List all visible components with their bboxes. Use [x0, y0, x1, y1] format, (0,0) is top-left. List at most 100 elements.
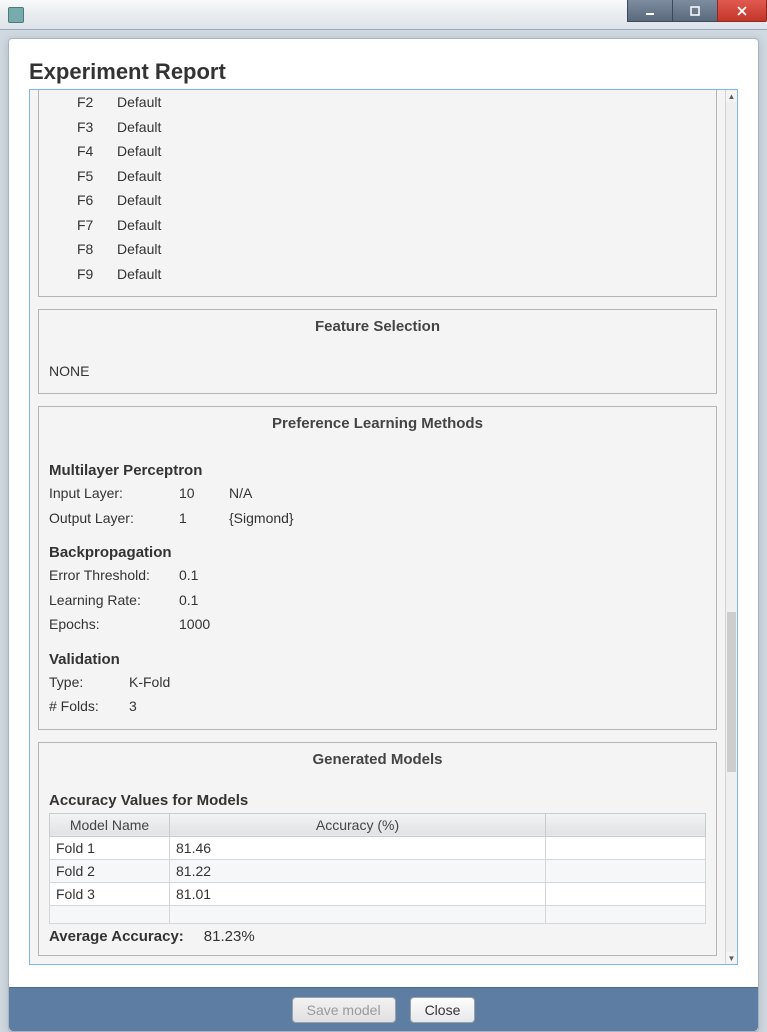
minimize-icon: [644, 5, 656, 17]
feature-list: F2 Default F3 Default F4 Default F5 Default F6 De…: [49, 90, 706, 286]
plm-panel: Preference Learning Methods Multilayer P…: [38, 406, 717, 730]
accuracy-cell: 81.22: [170, 859, 546, 882]
empty-cell: [546, 836, 706, 859]
model-name-cell: Fold 1: [50, 836, 170, 859]
table-row[interactable]: Fold 181.46: [50, 836, 706, 859]
validation-title: Validation: [49, 651, 706, 668]
empty-cell: [546, 905, 706, 923]
feature-row: F8 Default: [77, 237, 706, 262]
feature-row: F9 Default: [77, 262, 706, 287]
empty-cell: [546, 882, 706, 905]
epochs-value: 1000: [179, 612, 210, 637]
feature-value: Default: [117, 90, 161, 115]
feature-value: Default: [117, 188, 161, 213]
error-threshold-row: Error Threshold: 0.1: [49, 563, 706, 588]
learning-rate-row: Learning Rate: 0.1: [49, 588, 706, 613]
output-layer-label: Output Layer:: [49, 506, 179, 531]
model-name-cell: Fold 2: [50, 859, 170, 882]
bp-title: Backpropagation: [49, 544, 706, 561]
average-accuracy-label: Average Accuracy:: [49, 928, 184, 945]
feature-selection-title: Feature Selection: [49, 318, 706, 335]
app-icon: [8, 7, 24, 23]
models-panel: Generated Models Accuracy Values for Mod…: [38, 742, 717, 956]
feature-row: F6 Default: [77, 188, 706, 213]
maximize-button[interactable]: [672, 0, 718, 22]
feature-id: F5: [77, 164, 99, 189]
validation-type-label: Type:: [49, 670, 129, 695]
feature-value: Default: [117, 115, 161, 140]
models-header-model[interactable]: Model Name: [50, 813, 170, 836]
feature-row: F7 Default: [77, 213, 706, 238]
feature-row: F2 Default: [77, 90, 706, 115]
input-layer-activation: N/A: [229, 481, 252, 506]
input-layer-label: Input Layer:: [49, 481, 179, 506]
models-table: Model Name Accuracy (%) Fold 181.46Fold …: [49, 813, 706, 924]
scroll-track[interactable]: [726, 102, 737, 952]
feature-id: F7: [77, 213, 99, 238]
learning-rate-value: 0.1: [179, 588, 198, 613]
mlp-title: Multilayer Perceptron: [49, 462, 706, 479]
validation-folds-label: # Folds:: [49, 694, 129, 719]
models-header-empty: [546, 813, 706, 836]
feature-id: F3: [77, 115, 99, 140]
close-icon: [736, 5, 748, 17]
feature-value: Default: [117, 213, 161, 238]
accuracy-cell: 81.46: [170, 836, 546, 859]
feature-id: F6: [77, 188, 99, 213]
models-header-accuracy[interactable]: Accuracy (%): [170, 813, 546, 836]
feature-id: F9: [77, 262, 99, 287]
output-layer-activation: {Sigmond}: [229, 506, 294, 531]
table-row[interactable]: Fold 381.01: [50, 882, 706, 905]
feature-row: F4 Default: [77, 139, 706, 164]
epochs-row: Epochs: 1000: [49, 612, 706, 637]
input-layer-count: 10: [179, 481, 229, 506]
scroll-up-icon[interactable]: ▲: [726, 90, 737, 102]
feature-id: F8: [77, 237, 99, 262]
feature-id: F2: [77, 90, 99, 115]
validation-folds-value: 3: [129, 694, 137, 719]
scroll-thumb[interactable]: [727, 612, 736, 772]
models-title: Generated Models: [49, 751, 706, 768]
average-accuracy-value: 81.23%: [204, 928, 255, 945]
window-controls: [628, 0, 767, 22]
page-title: Experiment Report: [29, 59, 738, 85]
feature-id: F4: [77, 139, 99, 164]
dialog-frame: Experiment Report F2 Default F3 Default F4 De…: [8, 38, 759, 1032]
table-row[interactable]: Fold 281.22: [50, 859, 706, 882]
average-accuracy-row: Average Accuracy: 81.23%: [49, 928, 706, 945]
models-subtitle: Accuracy Values for Models: [49, 792, 706, 809]
window-close-button[interactable]: [717, 0, 767, 22]
scroll-down-icon[interactable]: ▼: [726, 952, 737, 964]
window-titlebar: [0, 0, 767, 30]
accuracy-cell: 81.01: [170, 882, 546, 905]
features-panel: F2 Default F3 Default F4 Default F5 Default F6 De…: [38, 90, 717, 297]
output-layer-count: 1: [179, 506, 229, 531]
feature-value: Default: [117, 139, 161, 164]
validation-type-value: K-Fold: [129, 670, 170, 695]
model-name-cell: Fold 3: [50, 882, 170, 905]
feature-value: Default: [117, 164, 161, 189]
feature-value: Default: [117, 262, 161, 287]
feature-value: Default: [117, 237, 161, 262]
minimize-button[interactable]: [627, 0, 673, 22]
epochs-label: Epochs:: [49, 612, 179, 637]
feature-row: F3 Default: [77, 115, 706, 140]
validation-type-row: Type: K-Fold: [49, 670, 706, 695]
feature-row: F5 Default: [77, 164, 706, 189]
maximize-icon: [689, 5, 701, 17]
output-layer-row: Output Layer: 1 {Sigmond}: [49, 506, 706, 531]
validation-folds-row: # Folds: 3: [49, 694, 706, 719]
input-layer-row: Input Layer: 10 N/A: [49, 481, 706, 506]
error-threshold-value: 0.1: [179, 563, 198, 588]
table-row: [50, 905, 706, 923]
feature-selection-value: NONE: [49, 359, 706, 383]
plm-title: Preference Learning Methods: [49, 415, 706, 432]
close-button[interactable]: Close: [410, 997, 476, 1023]
learning-rate-label: Learning Rate:: [49, 588, 179, 613]
report-scroll-area: F2 Default F3 Default F4 Default F5 Default F6 De…: [29, 89, 738, 965]
error-threshold-label: Error Threshold:: [49, 563, 179, 588]
scrollbar[interactable]: ▲ ▼: [725, 90, 737, 964]
feature-selection-panel: Feature Selection NONE: [38, 309, 717, 394]
empty-cell: [170, 905, 546, 923]
save-model-button[interactable]: Save model: [292, 997, 396, 1023]
